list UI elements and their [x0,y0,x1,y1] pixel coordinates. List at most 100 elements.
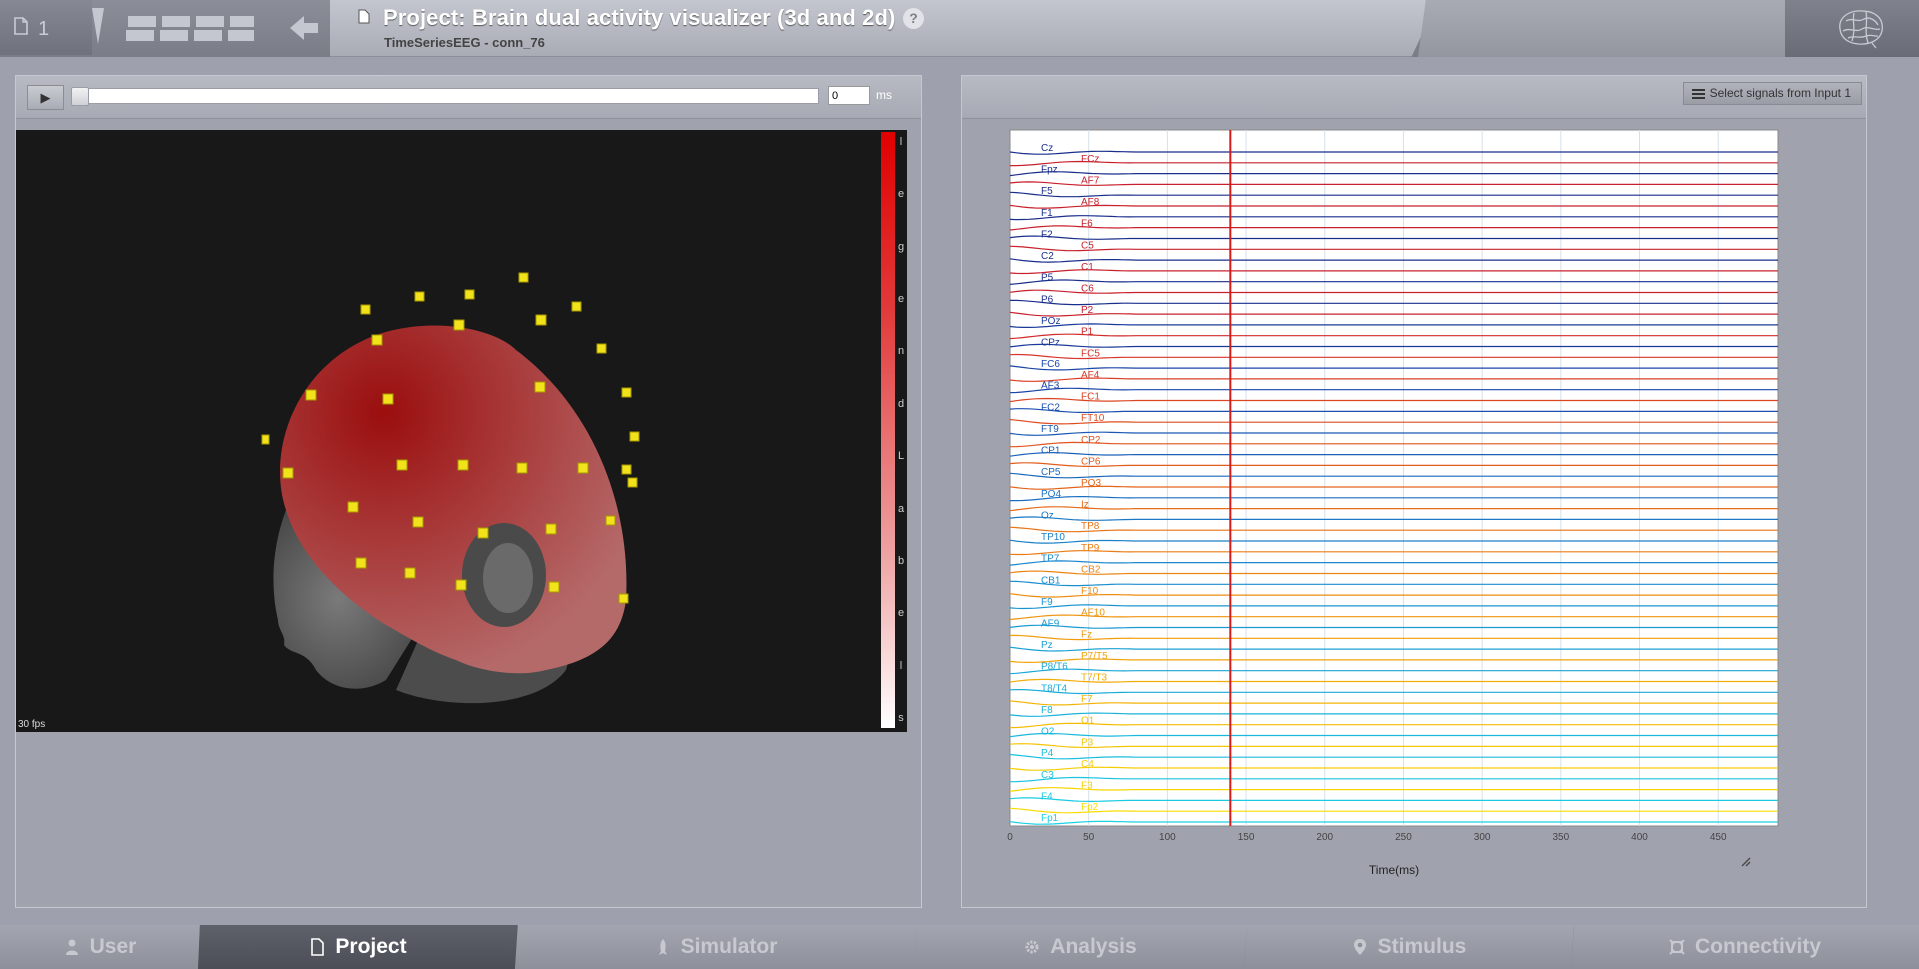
legend-letter: e [897,188,905,201]
select-signals-button[interactable]: Select signals from Input 1 [1682,82,1862,105]
channel-label: C4 [1081,759,1094,770]
tab-analysis[interactable]: Analysis [914,925,1247,969]
page-subtitle: TimeSeriesEEG - conn_76 [384,35,545,50]
x-tick-label: 50 [1083,832,1095,843]
legend-letter: d [897,397,905,410]
brain-3d-canvas[interactable]: l e g e n d L a b e l s 30 fps [16,130,907,732]
channel-label: F7 [1081,694,1093,705]
channel-label: P3 [1081,737,1094,748]
grid-menu-icon[interactable] [126,16,256,42]
channel-label: F6 [1081,219,1093,230]
play-button[interactable]: ▶ [27,85,64,110]
header-right-panel [1418,0,1808,57]
legend-letter: e [897,293,905,306]
channel-label: FC2 [1041,402,1060,413]
back-arrow-icon[interactable] [284,10,324,46]
tab-project[interactable]: Project [198,925,518,969]
dropdown-caret-icon[interactable] [88,6,108,46]
time-input[interactable] [828,86,870,105]
channel-label: F3 [1081,781,1093,792]
channel-label: F1 [1041,208,1053,219]
channel-label: P1 [1081,327,1094,338]
tab-simulator[interactable]: Simulator [515,925,917,969]
channel-label: CP6 [1081,456,1101,467]
channel-label: Fp2 [1081,802,1099,813]
tab-connectivity[interactable]: Connectivity [1571,925,1919,969]
tab-user[interactable]: User [0,925,200,969]
channel-label: CP2 [1081,435,1101,446]
time-slider[interactable] [71,87,819,106]
channel-label: AF8 [1081,197,1100,208]
channel-label: C6 [1081,283,1094,294]
tab-stimulus[interactable]: Stimulus [1244,925,1574,969]
document-icon [14,17,28,35]
legend-letter: e [897,607,905,620]
resize-handle-icon[interactable] [1741,857,1751,867]
color-legend-bar [881,132,895,728]
channel-label: FT10 [1081,413,1105,424]
tab-label: Connectivity [1694,935,1822,958]
channel-label: Oz [1041,510,1054,521]
channel-label: AF10 [1081,608,1105,619]
x-tick-label: 100 [1159,832,1176,843]
legend-letter: l [899,659,903,672]
channel-label: Pz [1041,640,1053,651]
channel-label: FT9 [1041,424,1059,435]
channel-label: Iz [1081,500,1089,511]
eeg-2d-panel: Select signals from Input 1 Cz FCz Fpz AF7 F… [961,75,1867,908]
brain-logo-icon[interactable] [1832,7,1888,49]
channel-label: FC6 [1041,359,1060,370]
x-tick-label: 450 [1710,832,1727,843]
legend-letter: s [898,711,904,724]
x-tick-label: 400 [1631,832,1648,843]
channel-label: P7/T5 [1081,651,1108,662]
x-axis-ticks: 0 50 100 150 200 250 300 350 400 450 [1007,832,1727,843]
channel-label: T8/T4 [1041,683,1068,694]
legend-letter: a [897,502,905,515]
project-count: 1 [38,18,50,40]
channel-label: P5 [1041,273,1054,284]
project-document-icon [358,9,370,24]
channel-label: P4 [1041,748,1054,759]
plot-area [1009,129,1779,827]
channel-label: TP7 [1041,554,1060,565]
channel-label: F5 [1041,186,1053,197]
help-icon[interactable]: ? [903,8,924,29]
channel-label: TP10 [1041,532,1065,543]
legend-letter: n [897,345,905,358]
x-tick-label: 350 [1552,832,1569,843]
time-slider-handle[interactable] [71,87,89,106]
tab-label: User [89,935,137,958]
legend-letter: L [897,450,905,463]
channel-label: CPz [1041,338,1060,349]
eeg-chart[interactable]: Cz FCz Fpz AF7 F5 AF8 F1 F6 F2 C5 C2 C1 P5 C6 P6 P2 POz P… [1002,129,1802,919]
channel-label: O2 [1041,727,1055,738]
channel-label: C3 [1041,770,1054,781]
app-header: 1 Project: Brain dual activity visualize… [0,0,1919,57]
page-title: Project: Brain dual activity visualizer … [383,5,896,30]
x-tick-label: 200 [1316,832,1333,843]
channel-label: C1 [1081,262,1094,273]
channel-label: P8/T6 [1041,662,1068,673]
channel-label: POz [1041,316,1060,327]
user-icon [65,939,78,955]
x-tick-label: 250 [1395,832,1412,843]
channel-label: P2 [1081,305,1094,316]
channel-label: Fpz [1041,165,1058,176]
channel-label: CB2 [1081,564,1101,575]
channel-label: Fp1 [1041,813,1059,824]
x-tick-label: 300 [1474,832,1491,843]
fps-counter: 30 fps [18,719,46,730]
head-model [261,272,640,704]
footer-nav: User Project Simulator Analysis Stimulus… [0,925,1919,969]
legend-letter: l [899,136,903,148]
channel-label: PO3 [1081,478,1101,489]
channel-label: Fz [1081,629,1092,640]
channel-label: Cz [1041,143,1053,154]
gear-icon [1025,940,1039,954]
time-unit-label: ms [876,88,892,102]
playback-toolbar: ▶ ms [16,76,921,119]
channel-label: CP5 [1041,467,1061,478]
channel-label: FC5 [1081,348,1100,359]
channel-label: T7/T3 [1081,673,1108,684]
